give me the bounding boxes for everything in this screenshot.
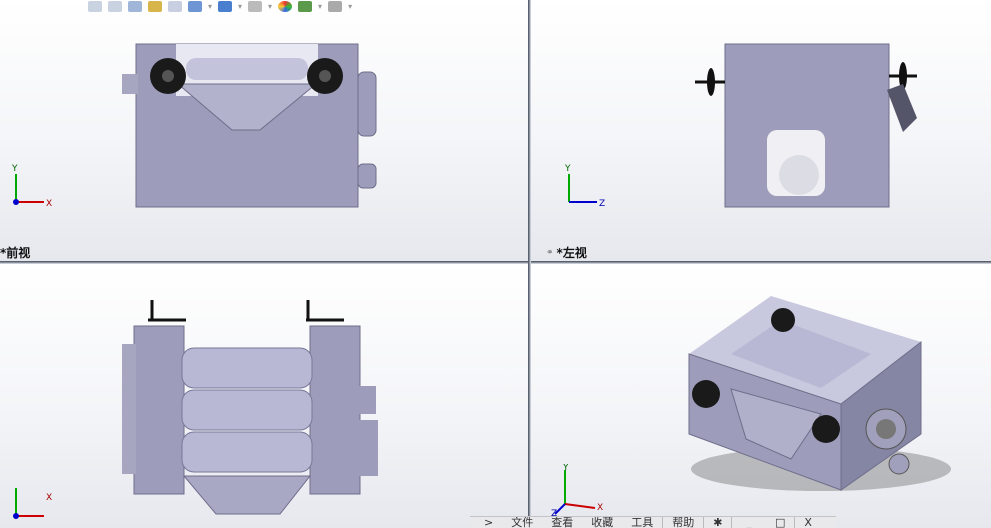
viewport-horizontal-splitter[interactable] (0, 261, 991, 264)
display-style-icon[interactable] (218, 0, 233, 12)
axis-triad: Y X Z (551, 464, 603, 518)
axis-y-label: Y (564, 164, 571, 174)
pin-icon[interactable]: ✱ (704, 517, 731, 528)
viewport-left[interactable]: Y Z ⚭ *左视 (531, 0, 991, 261)
menu-view[interactable]: 查看 (542, 517, 582, 528)
front-view-model (122, 43, 377, 208)
left-view-model (695, 43, 917, 208)
close-button[interactable]: X (795, 517, 821, 528)
previous-view-icon[interactable] (128, 0, 142, 12)
hide-show-items-icon[interactable] (248, 0, 263, 12)
zoom-to-fit-icon[interactable] (88, 0, 102, 12)
viewport-vertical-splitter[interactable] (528, 0, 531, 528)
axis-x-label: X (46, 493, 52, 503)
maximize-button[interactable]: □ (766, 517, 794, 528)
zoom-area-icon[interactable] (108, 0, 122, 12)
dynamic-annotation-icon[interactable] (168, 0, 182, 12)
glasses-icon[interactable]: ⚭ (546, 248, 554, 258)
view-label-left: ⚭ *左视 (546, 246, 587, 260)
menu-help[interactable]: 帮助 (663, 517, 703, 528)
axis-y-label: Y (11, 164, 18, 174)
top-view-model (122, 300, 378, 515)
view-label-front: *前视 (0, 246, 31, 260)
axis-triad: Y X (11, 164, 52, 209)
heads-up-view-toolbar: ▾ ▾ ▾ ▾ ▾ (88, 0, 352, 12)
edit-appearance-icon[interactable] (278, 0, 293, 12)
viewport-top[interactable]: X (0, 264, 528, 528)
menu-bar: > 文件 查看 收藏 工具 帮助 ✱ _ □ X (470, 516, 836, 528)
axis-z-label: Z (599, 199, 605, 209)
axis-x-label: X (46, 199, 52, 209)
menu-favorites[interactable]: 收藏 (582, 517, 622, 528)
viewport-isometric[interactable]: Y X Z (531, 264, 991, 528)
axis-x-label: X (597, 503, 603, 513)
apply-scene-icon[interactable] (298, 0, 313, 12)
view-settings-icon[interactable] (328, 0, 343, 12)
view-orientation-icon[interactable] (188, 0, 202, 12)
axis-triad: X (13, 488, 52, 519)
menu-file[interactable]: 文件 (502, 517, 542, 528)
axis-triad: Y Z (564, 164, 605, 209)
menu-tools[interactable]: 工具 (622, 517, 662, 528)
viewport-front[interactable]: Y X *前视 (0, 0, 528, 261)
axis-y-label: Y (562, 464, 569, 473)
minimize-button[interactable]: _ (732, 517, 766, 528)
menu-expand-arrow[interactable]: > (470, 517, 502, 528)
section-view-icon[interactable] (148, 0, 162, 12)
